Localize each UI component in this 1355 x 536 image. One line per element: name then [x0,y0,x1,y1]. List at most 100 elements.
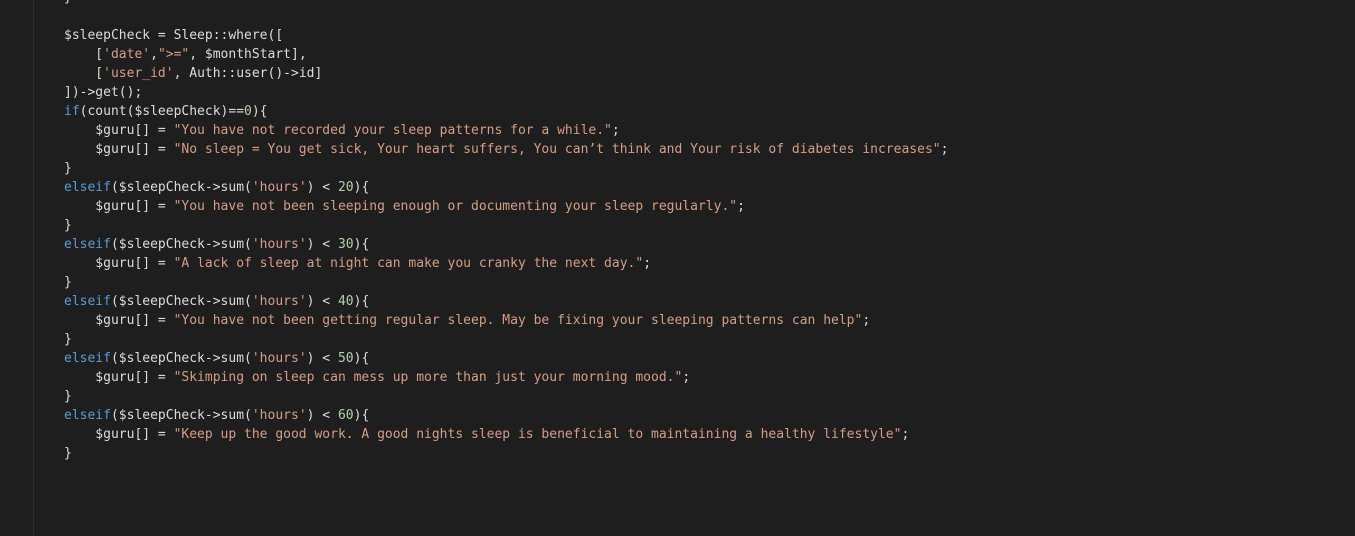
code-line: } [64,159,948,178]
code-token: } [64,161,72,176]
code-line: $sleepCheck = Sleep::where([ [64,26,948,45]
code-token: 'user_id' [103,66,174,81]
code-line: $guru[] = "You have not been sleeping en… [64,197,948,216]
code-token: "Keep up the good work. A good nights sl… [173,427,902,442]
code-line: elseif($sleepCheck->sum('hours') < 40){ [64,292,948,311]
code-token: (count($sleepCheck)== [79,104,245,119]
code-token: ; [611,123,620,138]
code-line: } [64,0,948,7]
code-token: "No sleep = You get sick, Your heart suf… [173,142,941,157]
code-token: ){ [353,294,370,309]
code-line: $guru[] = "Keep up the good work. A good… [64,425,948,444]
code-token: , [150,47,158,62]
code-token: ; [862,313,871,328]
code-token: $guru[] = [64,142,174,157]
code-token: elseif [64,237,111,252]
code-token: ){ [251,104,268,119]
code-token: elseif [64,294,111,309]
code-line: if(count($sleepCheck)==0){ [64,102,948,121]
code-line: elseif($sleepCheck->sum('hours') < 20){ [64,178,948,197]
code-token: ($sleepCheck->sum( [110,180,252,195]
code-line: } [64,387,948,406]
code-token: ) < [306,351,338,366]
code-token: 'hours' [251,351,307,366]
code-token: } [64,275,72,290]
code-token: ])->get(); [64,85,143,100]
code-token: "A lack of sleep at night can make you c… [173,256,644,271]
code-token: elseif [64,180,111,195]
code-token: 60 [337,408,354,423]
code-token: ; [940,142,949,157]
code-token: elseif [64,351,111,366]
code-token: 50 [337,351,354,366]
code-token: [ [64,66,104,81]
code-token: ) < [306,294,338,309]
code-token: elseif [64,408,111,423]
code-token: if [64,104,80,119]
code-token: [ [64,47,104,62]
code-line: ])->get(); [64,83,948,102]
code-token: 'date' [103,47,151,62]
code-line: } [64,273,948,292]
code-token: } [64,446,72,461]
code-line: } [64,330,948,349]
code-token: ; [901,427,910,442]
code-token: $sleepCheck = Sleep::where([ [64,28,284,43]
code-token: ) < [306,180,338,195]
code-token: $guru[] = [64,199,174,214]
code-token: 'hours' [251,180,307,195]
code-token: 0 [244,104,252,119]
code-token: ) < [306,237,338,252]
code-token: , $monthStart], [189,47,307,62]
code-token: ; [643,256,652,271]
code-token: ($sleepCheck->sum( [110,237,252,252]
code-line: ['user_id', Auth::user()->id] [64,64,948,83]
code-line: $guru[] = "You have not recorded your sl… [64,121,948,140]
code-token: } [64,0,72,5]
code-token: "You have not recorded your sleep patter… [173,123,612,138]
code-token: $guru[] = [64,313,174,328]
code-token: } [64,218,72,233]
code-token: $guru[] = [64,427,174,442]
code-line: elseif($sleepCheck->sum('hours') < 50){ [64,349,948,368]
code-editor[interactable]: }$sleepCheck = Sleep::where([ ['date',">… [0,0,1355,536]
code-line: $guru[] = "No sleep = You get sick, Your… [64,140,948,159]
code-token: ($sleepCheck->sum( [110,351,252,366]
code-line: $guru[] = "A lack of sleep at night can … [64,254,948,273]
code-token: ){ [353,180,370,195]
code-line: $guru[] = "You have not been getting reg… [64,311,948,330]
code-token: "You have not been sleeping enough or do… [173,199,738,214]
code-token: $guru[] = [64,370,174,385]
code-token: } [64,332,72,347]
code-token: 'hours' [251,294,307,309]
code-token: "You have not been getting regular sleep… [173,313,863,328]
code-token: ($sleepCheck->sum( [110,294,252,309]
code-token: ($sleepCheck->sum( [110,408,252,423]
code-token: ){ [353,237,370,252]
code-token: "Skimping on sleep can mess up more than… [173,370,683,385]
code-text-area[interactable]: }$sleepCheck = Sleep::where([ ['date',">… [64,0,948,463]
code-token: ){ [353,408,370,423]
code-token: $guru[] = [64,256,174,271]
code-token: } [64,389,72,404]
code-line: $guru[] = "Skimping on sleep can mess up… [64,368,948,387]
code-line: } [64,216,948,235]
code-token: 'hours' [251,237,307,252]
code-token: ){ [353,351,370,366]
code-line: elseif($sleepCheck->sum('hours') < 30){ [64,235,948,254]
code-token: 'hours' [251,408,307,423]
code-token: ; [682,370,691,385]
code-line: } [64,444,948,463]
code-token: $guru[] = [64,123,174,138]
code-token: , Auth::user()->id] [173,66,323,81]
code-token: ">=" [157,47,190,62]
code-token: 30 [337,237,354,252]
code-token: ) < [306,408,338,423]
code-token: 40 [337,294,354,309]
editor-gutter [0,0,34,536]
code-line: ['date',">=", $monthStart], [64,45,948,64]
code-token: ; [737,199,745,214]
code-line: elseif($sleepCheck->sum('hours') < 60){ [64,406,948,425]
code-token: 20 [337,180,354,195]
